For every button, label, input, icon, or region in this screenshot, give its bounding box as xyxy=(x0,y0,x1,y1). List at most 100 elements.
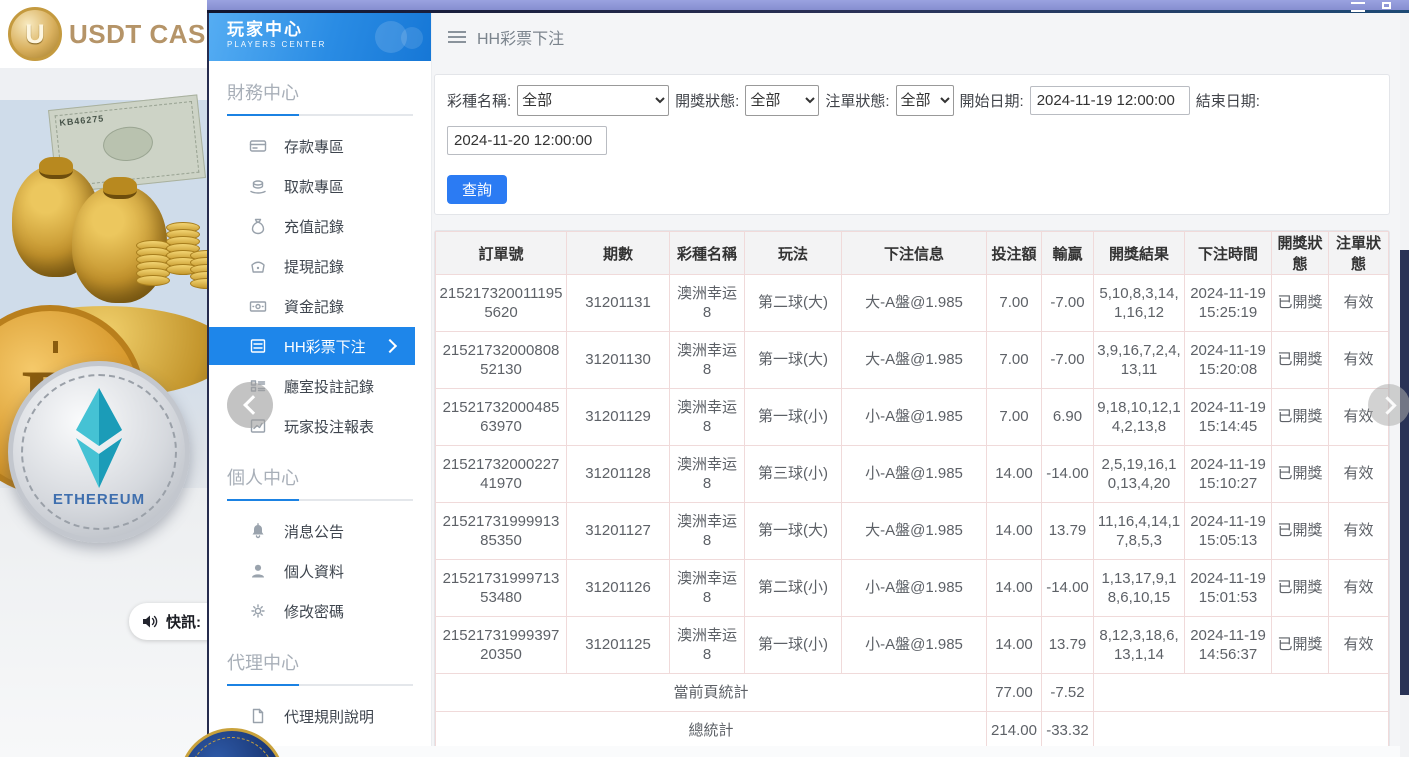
sidebar-item-label: 修改密碼 xyxy=(284,601,344,622)
sidebar-item-label: 資金記錄 xyxy=(284,296,344,317)
table-row: 215217319997135348031201126澳洲幸运8第二球(小)小-… xyxy=(436,560,1389,617)
table-cell: 9,18,10,12,14,2,13,8 xyxy=(1094,389,1185,446)
table-cell: 有效 xyxy=(1329,503,1389,560)
table-cell: 澳洲幸运8 xyxy=(670,617,745,674)
table-cell: 大-A盤@1.985 xyxy=(842,275,987,332)
section-title-personal: 個人中心 xyxy=(227,464,413,490)
table-cell: 31201128 xyxy=(567,446,670,503)
section-underline xyxy=(227,114,413,116)
table-cell: 3,9,16,7,2,4,13,11 xyxy=(1094,332,1185,389)
order-status-label: 注單狀態: xyxy=(825,90,889,111)
section-title-finance: 財務中心 xyxy=(227,79,413,105)
table-cell: 已開獎 xyxy=(1272,446,1329,503)
table-row: 215217320008085213031201130澳洲幸运8第一球(大)大-… xyxy=(436,332,1389,389)
table-cell: 澳洲幸运8 xyxy=(670,275,745,332)
table-cell: 31201131 xyxy=(567,275,670,332)
query-button[interactable]: 查詢 xyxy=(447,175,507,204)
summary-winloss-total: -33.32 xyxy=(1042,712,1094,750)
table-cell: 澳洲幸运8 xyxy=(670,503,745,560)
table-cell: 第一球(小) xyxy=(745,389,842,446)
table-cell: -7.00 xyxy=(1042,275,1094,332)
start-date-input[interactable] xyxy=(1030,86,1190,115)
sidebar-item-recharge-records[interactable]: 充值記錄 xyxy=(209,206,431,246)
players-center-window: 玩家中心 PLAYERS CENTER 財務中心存款專區取款專區充值記錄提現記錄… xyxy=(207,13,1400,757)
casino-logo-icon[interactable]: U xyxy=(8,7,62,61)
table-cell: 2152173199991385350 xyxy=(436,503,567,560)
table-cell: 澳洲幸运8 xyxy=(670,389,745,446)
table-cell: 8,12,3,18,6,13,1,14 xyxy=(1094,617,1185,674)
table-cell: 已開獎 xyxy=(1272,503,1329,560)
table-cell: 1,13,17,9,18,6,10,15 xyxy=(1094,560,1185,617)
ethereum-coin-image: ETHEREUM xyxy=(8,361,190,543)
table-cell: 14.00 xyxy=(987,617,1042,674)
table-cell: 第二球(小) xyxy=(745,560,842,617)
sidebar-item-withdraw-area[interactable]: 取款專區 xyxy=(209,166,431,206)
table-cell: 7.00 xyxy=(987,389,1042,446)
collapse-right-button[interactable] xyxy=(1368,384,1409,426)
ethereum-logo-icon xyxy=(66,386,132,490)
sidebar-item-label: 玩家投注報表 xyxy=(284,416,374,437)
menu-toggle-icon[interactable] xyxy=(448,31,466,43)
chevron-right-icon xyxy=(383,339,397,353)
table-cell: -14.00 xyxy=(1042,560,1094,617)
draw-status-select[interactable]: 全部 xyxy=(745,85,819,116)
table-cell: 14.00 xyxy=(987,446,1042,503)
gamepad-decoration-icon xyxy=(375,21,407,53)
table-cell: 第三球(小) xyxy=(745,446,842,503)
bell-icon xyxy=(249,522,267,540)
table-cell: -7.00 xyxy=(1042,332,1094,389)
table-cell: 澳洲幸运8 xyxy=(670,560,745,617)
table-cell: 2024-11-19 14:56:37 xyxy=(1185,617,1272,674)
recharge-bag-icon xyxy=(249,217,267,235)
summary-row: 當前頁統計77.00-7.52 xyxy=(436,674,1389,712)
table-cell: 14.00 xyxy=(987,503,1042,560)
sidebar-item-label: 存款專區 xyxy=(284,136,344,157)
sidebar-item-label: 消息公告 xyxy=(284,521,344,542)
table-cell: 有效 xyxy=(1329,275,1389,332)
summary-bet-total: 214.00 xyxy=(987,712,1042,750)
sidebar-item-cashout-records[interactable]: 提現記錄 xyxy=(209,246,431,286)
table-cell: 2024-11-19 15:01:53 xyxy=(1185,560,1272,617)
withdraw-hand-icon xyxy=(249,177,267,195)
sidebar-item-hh-lottery-bets[interactable]: HH彩票下注 xyxy=(209,327,415,365)
content-topbar: HH彩票下注 xyxy=(432,13,1400,61)
user-icon xyxy=(249,562,267,580)
collapse-left-button[interactable] xyxy=(227,382,273,428)
sidebar-item-label: HH彩票下注 xyxy=(284,336,366,357)
table-row: 215217319993972035031201125澳洲幸运8第一球(小)小-… xyxy=(436,617,1389,674)
bets-table: 訂單號期數彩種名稱玩法下注信息投注額輸贏開獎結果下注時間開獎狀態注單狀態 215… xyxy=(435,231,1389,750)
table-cell: 2024-11-19 15:25:19 xyxy=(1185,275,1272,332)
window-maximize-icon[interactable] xyxy=(1382,2,1391,9)
sidebar-item-deposit-area[interactable]: 存款專區 xyxy=(209,126,431,166)
window-titlebar-edge xyxy=(207,10,1409,13)
background-artwork: KB46275 B ETHEREUM xyxy=(0,68,207,757)
sidebar-item-funds-records[interactable]: 資金記錄 xyxy=(209,286,431,326)
end-date-input[interactable] xyxy=(447,126,607,155)
table-cell: 2152173200048563970 xyxy=(436,389,567,446)
lottery-type-label: 彩種名稱: xyxy=(447,90,511,111)
draw-status-label: 開獎狀態: xyxy=(675,90,739,111)
sidebar-item-label: 取款專區 xyxy=(284,176,344,197)
news-label: 快訊: xyxy=(166,611,201,632)
end-date-label: 結束日期: xyxy=(1196,90,1260,111)
lottery-type-select[interactable]: 全部 xyxy=(517,85,669,116)
summary-empty-cell xyxy=(1094,674,1389,712)
summary-row: 總統計214.00-33.32 xyxy=(436,712,1389,750)
sidebar-item-announcements[interactable]: 消息公告 xyxy=(209,511,431,551)
sidebar-item-change-password[interactable]: 修改密碼 xyxy=(209,591,431,631)
sidebar-item-label: 充值記錄 xyxy=(284,216,344,237)
column-header: 訂單號 xyxy=(436,232,567,275)
window-menu-icon[interactable] xyxy=(1351,2,1365,12)
sidebar-item-profile[interactable]: 個人資料 xyxy=(209,551,431,591)
summary-label: 當前頁統計 xyxy=(436,674,987,712)
table-cell: 7.00 xyxy=(987,332,1042,389)
column-header: 彩種名稱 xyxy=(670,232,745,275)
table-cell: 有效 xyxy=(1329,560,1389,617)
column-header: 下注時間 xyxy=(1185,232,1272,275)
column-header: 輸贏 xyxy=(1042,232,1094,275)
table-cell: 澳洲幸运8 xyxy=(670,446,745,503)
order-status-select[interactable]: 全部 xyxy=(896,85,954,116)
table-cell: 已開獎 xyxy=(1272,617,1329,674)
table-cell: 5,10,8,3,14,1,16,12 xyxy=(1094,275,1185,332)
filter-panel: 彩種名稱: 全部 開獎狀態: 全部 注單狀態: 全部 開始日期: 結束日期: xyxy=(434,74,1390,215)
